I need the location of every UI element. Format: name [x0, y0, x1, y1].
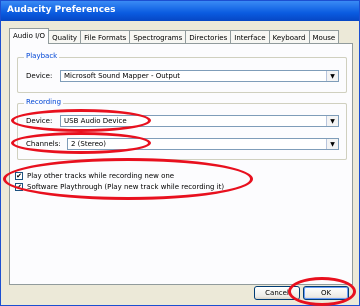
recording-device-value: USB Audio Device	[64, 117, 127, 125]
software-playthrough-label[interactable]: Software Playthrough (Play new track whi…	[27, 183, 224, 191]
recording-device-select[interactable]: USB Audio Device ▼	[60, 115, 339, 127]
audio-io-panel: Playback Device: Microsoft Sound Mapper …	[9, 43, 353, 285]
playback-group-label: Playback	[24, 52, 60, 60]
playback-device-label: Device:	[26, 72, 53, 80]
playback-device-value: Microsoft Sound Mapper - Output	[64, 72, 181, 80]
channels-select[interactable]: 2 (Stereo) ▼	[67, 138, 339, 150]
tab-spectrograms[interactable]: Spectrograms	[129, 30, 187, 44]
software-playthrough-checkbox[interactable]: ✔	[15, 183, 23, 191]
window-title: Audacity Preferences	[7, 5, 116, 15]
chevron-down-icon[interactable]: ▼	[326, 71, 338, 81]
cancel-button[interactable]: Cancel	[254, 286, 300, 300]
chevron-down-icon[interactable]: ▼	[326, 139, 338, 149]
channels-label: Channels:	[26, 140, 61, 148]
tab-file-formats[interactable]: File Formats	[80, 30, 131, 44]
tab-mouse[interactable]: Mouse	[308, 30, 340, 44]
recording-group: Recording Device: USB Audio Device ▼ Cha…	[17, 98, 347, 160]
tab-interface[interactable]: Interface	[230, 30, 270, 44]
ok-button[interactable]: OK	[303, 286, 349, 300]
tab-directories[interactable]: Directories	[185, 30, 232, 44]
play-other-tracks-label[interactable]: Play other tracks while recording new on…	[27, 172, 174, 180]
tab-quality[interactable]: Quality	[48, 30, 82, 44]
recording-device-label: Device:	[26, 117, 53, 125]
playback-group: Playback Device: Microsoft Sound Mapper …	[17, 52, 347, 93]
play-other-tracks-checkbox[interactable]: ✔	[15, 172, 23, 180]
tab-strip: Audio I/O Quality File Formats Spectrogr…	[9, 28, 340, 44]
preferences-window: Audacity Preferences Audio I/O Quality F…	[0, 0, 360, 306]
playback-device-select[interactable]: Microsoft Sound Mapper - Output ▼	[60, 70, 339, 82]
chevron-down-icon[interactable]: ▼	[326, 116, 338, 126]
channels-value: 2 (Stereo)	[71, 140, 106, 148]
title-bar[interactable]: Audacity Preferences	[1, 1, 359, 21]
tab-audio-io[interactable]: Audio I/O	[9, 28, 50, 44]
tab-keyboard[interactable]: Keyboard	[268, 30, 310, 44]
recording-group-label: Recording	[24, 98, 64, 106]
